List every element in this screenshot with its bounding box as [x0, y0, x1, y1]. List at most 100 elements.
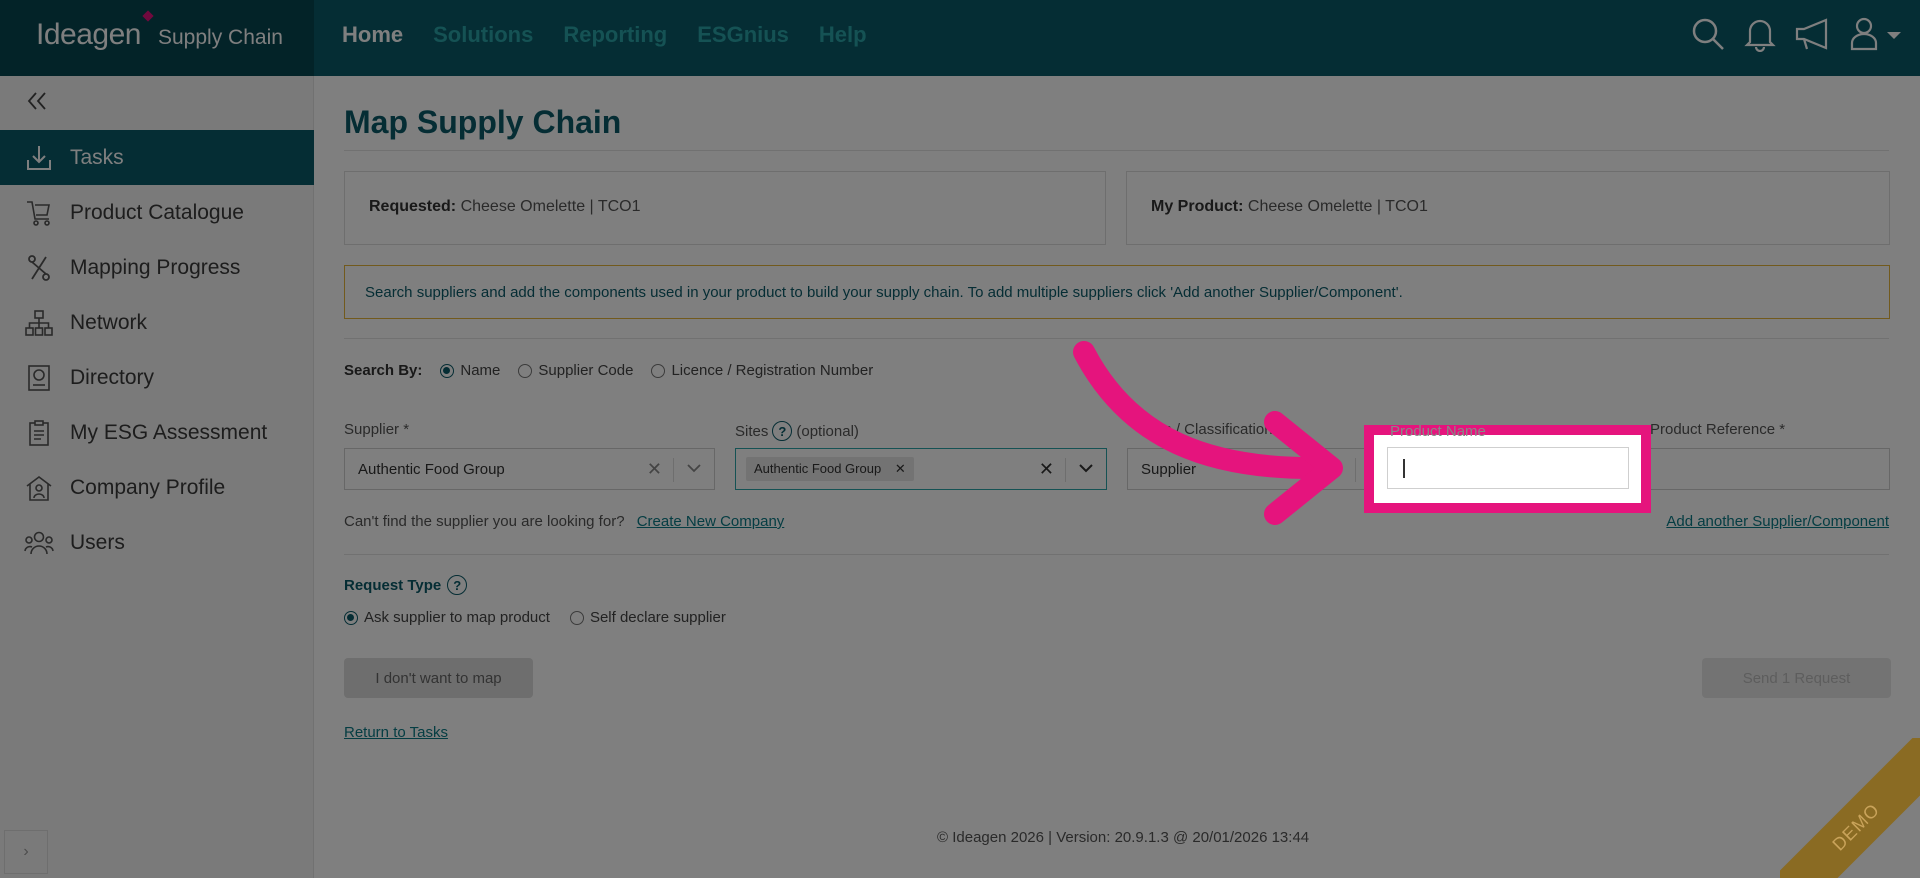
cant-find-text: Can't find the supplier you are looking … — [344, 513, 625, 530]
sites-label-group: Sites ? (optional) — [735, 421, 859, 441]
sidebar-item-label: Product Catalogue — [70, 200, 244, 224]
sites-label: Sites — [735, 422, 769, 440]
radio-label: Self declare supplier — [589, 609, 726, 626]
supplier-value: Authentic Food Group — [358, 461, 505, 478]
topbar-icons — [1690, 16, 1902, 52]
nav-solutions[interactable]: Solutions — [433, 22, 533, 48]
requested-value: Cheese Omelette | TCO1 — [460, 198, 641, 215]
self-declare-radio[interactable] — [569, 610, 584, 625]
add-another-supplier-link[interactable]: Add another Supplier/Component — [1666, 513, 1889, 530]
building-icon — [24, 473, 54, 503]
sidebar-item-label: Company Profile — [70, 475, 226, 499]
network-icon — [24, 308, 54, 338]
requested-label: Requested: — [369, 198, 457, 215]
megaphone-icon[interactable] — [1794, 17, 1832, 51]
user-menu-icon[interactable] — [1850, 16, 1902, 52]
create-new-company-link[interactable]: Create New Company — [637, 513, 785, 530]
my-product-box: My Product: Cheese Omelette | TCO1 — [1126, 171, 1890, 245]
top-navigation-bar: Ideagen Supply Chain Home Solutions Repo… — [0, 0, 1920, 76]
product-name-label: Product Name — [1390, 423, 1486, 440]
sidebar-item-directory[interactable]: Directory — [0, 350, 314, 405]
sidebar-item-users[interactable]: Users — [0, 515, 314, 570]
chevron-down-icon[interactable] — [686, 460, 702, 480]
sidebar-item-network[interactable]: Network — [0, 295, 314, 350]
main-nav: Home Solutions Reporting ESGnius Help — [342, 22, 867, 48]
sidebar: Tasks Product Catalogue Mapping Progress… — [0, 76, 314, 878]
sites-select[interactable]: Authentic Food Group ✕ ✕ — [735, 448, 1107, 490]
nav-home[interactable]: Home — [342, 22, 403, 48]
bell-icon[interactable] — [1744, 16, 1776, 52]
radio-label: Licence / Registration Number — [671, 362, 874, 379]
nav-help[interactable]: Help — [819, 22, 867, 48]
supplier-select[interactable]: Authentic Food Group ✕ — [344, 448, 715, 490]
search-by-supplier-code-radio[interactable] — [518, 363, 533, 378]
nav-esgnius[interactable]: ESGnius — [697, 22, 789, 48]
clear-supplier-icon[interactable]: ✕ — [647, 459, 662, 480]
product-reference-label: Product Reference * — [1650, 421, 1786, 438]
request-type-options: Ask supplier to map product Self declare… — [344, 609, 726, 626]
send-request-button[interactable]: Send 1 Request — [1702, 658, 1891, 698]
collapse-sidebar-icon[interactable] — [26, 90, 48, 117]
my-product-value: Cheese Omelette | TCO1 — [1247, 198, 1428, 215]
brand-area[interactable]: Ideagen Supply Chain — [0, 0, 314, 76]
radio-label: Supplier Code — [538, 362, 634, 379]
search-by-group: Search By: Name Supplier Code Licence / … — [344, 362, 873, 379]
expand-sidebar-button[interactable]: › — [4, 830, 48, 874]
radio-label: Name — [460, 362, 501, 379]
sidebar-item-label: Users — [70, 530, 125, 554]
site-tag: Authentic Food Group ✕ — [746, 457, 914, 481]
pointer-arrow-icon — [1073, 341, 1343, 525]
users-icon — [24, 528, 54, 558]
trolley-icon — [24, 198, 54, 228]
return-to-tasks-link[interactable]: Return to Tasks — [344, 724, 448, 741]
request-type-header: Request Type ? — [344, 575, 468, 595]
demo-ribbon-label: DEMO — [1780, 738, 1920, 878]
help-icon[interactable]: ? — [772, 421, 793, 441]
supplier-label: Supplier * — [344, 421, 410, 438]
sidebar-item-tasks[interactable]: Tasks — [0, 130, 314, 185]
ask-supplier-radio[interactable] — [344, 610, 358, 625]
my-product-label: My Product: — [1151, 198, 1244, 215]
request-type-label: Request Type — [344, 576, 442, 594]
radio-label: Ask supplier to map product — [364, 609, 550, 626]
sidebar-item-label: My ESG Assessment — [70, 420, 268, 444]
sites-optional-label: (optional) — [796, 422, 859, 440]
nav-reporting[interactable]: Reporting — [563, 22, 667, 48]
cant-find-supplier: Can't find the supplier you are looking … — [344, 513, 784, 530]
sidebar-item-label: Tasks — [70, 145, 124, 169]
product-reference-input[interactable] — [1650, 448, 1890, 490]
directory-icon — [24, 363, 54, 393]
product-name: Supply Chain — [158, 26, 283, 49]
text-caret — [1403, 459, 1405, 478]
divider — [344, 150, 1889, 151]
logo-mark — [142, 10, 154, 22]
search-by-label: Search By: — [344, 362, 423, 379]
requested-product-box: Requested: Cheese Omelette | TCO1 — [344, 171, 1106, 245]
sidebar-item-label: Network — [70, 310, 148, 334]
clear-sites-icon[interactable]: ✕ — [1039, 459, 1054, 480]
search-icon[interactable] — [1690, 16, 1726, 52]
sidebar-item-label: Directory — [70, 365, 155, 389]
download-tray-icon — [24, 143, 54, 173]
sidebar-item-company-profile[interactable]: Company Profile — [0, 460, 314, 515]
divider — [344, 554, 1889, 555]
sidebar-item-my-esg-assessment[interactable]: My ESG Assessment — [0, 405, 314, 460]
dont-want-to-map-button[interactable]: I don't want to map — [344, 658, 533, 698]
sidebar-item-mapping-progress[interactable]: Mapping Progress — [0, 240, 314, 295]
logo: Ideagen — [36, 18, 141, 51]
search-by-name-radio[interactable] — [440, 363, 455, 378]
product-name-input[interactable] — [1387, 447, 1629, 489]
footer: © Ideagen 2026 | Version: 20.9.1.3 @ 20/… — [937, 829, 1310, 846]
sidebar-item-product-catalogue[interactable]: Product Catalogue — [0, 185, 314, 240]
demo-ribbon: DEMO — [1780, 738, 1920, 878]
remove-site-tag-icon[interactable]: ✕ — [895, 461, 906, 476]
route-icon — [24, 253, 54, 283]
instructions-notice: Search suppliers and add the components … — [344, 265, 1890, 319]
site-tag-label: Authentic Food Group — [754, 461, 882, 476]
page-title: Map Supply Chain — [344, 104, 622, 140]
search-by-licence-radio[interactable] — [651, 363, 666, 378]
clipboard-icon — [24, 418, 54, 448]
sidebar-item-label: Mapping Progress — [70, 255, 241, 279]
select-separator — [673, 458, 674, 482]
help-icon[interactable]: ? — [447, 575, 468, 595]
